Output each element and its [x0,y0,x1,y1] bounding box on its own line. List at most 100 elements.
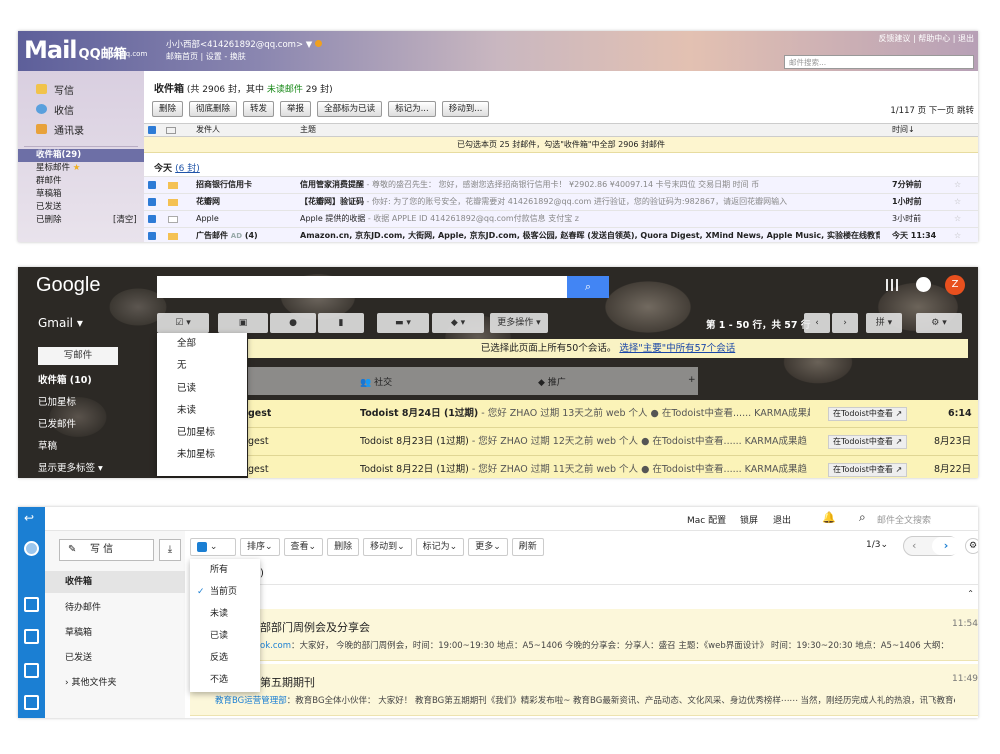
menu-item-invert[interactable]: 反选 [190,647,260,669]
todoist-chip[interactable]: 在Todoist中查看 ↗ [828,463,908,477]
row-checkbox[interactable] [148,181,156,189]
contacts-icon[interactable] [24,695,39,710]
refresh-button[interactable]: 刷新 [511,538,544,556]
delete-permanently-button[interactable]: 彻底删除 [189,101,238,117]
report-spam-button[interactable]: ● [270,313,316,333]
report-button[interactable]: 举报 [280,101,312,117]
folder-others[interactable]: › 其他文件夹 [45,672,185,694]
mark-all-read-button[interactable]: 全部标为已读 [317,101,383,117]
label-starred[interactable]: 已加星标 [38,394,103,416]
google-logo[interactable]: Google [36,274,101,297]
column-subject[interactable]: 主题 [300,124,316,136]
compose-link[interactable]: 写信 [18,79,144,99]
view-dropdown[interactable]: 查看⌄ [283,538,324,556]
labels-button[interactable]: ◆ ▾ [432,313,484,333]
prev-page-button[interactable]: ‹ [804,313,830,333]
avatar[interactable]: Z [945,275,965,295]
star-icon[interactable]: ☆ [954,194,961,210]
menu-item-unstarred[interactable]: 未加星标 [157,444,247,466]
table-row[interactable]: gest Todoist 8月23日 (1过期) - 您好 ZHAO 过期 12… [248,428,978,456]
page-selector[interactable]: 1/3⌄ [866,540,888,550]
table-row[interactable]: 招商银行信用卡 信用管家消费提醒 - 尊敬的盛召先生： 您好，感谢您选择招商银行… [144,176,978,193]
notifications-icon[interactable] [916,277,931,292]
today-count-link[interactable]: (6 封) [175,164,200,174]
folder-icon[interactable] [24,663,39,678]
menu-item-read[interactable]: 已读 [190,625,260,647]
compose-button[interactable]: 写邮件 [38,347,118,365]
logout-link[interactable]: 退出 [773,513,791,526]
receive-link[interactable]: 收信 [18,99,144,119]
input-tools-button[interactable]: 拼 ▾ [866,313,902,333]
table-row[interactable]: gest Todoist 8月22日 (1过期) - 您好 ZHAO 过期 11… [248,456,978,478]
user-account[interactable]: 小小西部<414261892@qq.com> ▼ [166,38,323,50]
folder-drafts[interactable]: 草稿箱 [45,622,185,644]
calendar-icon[interactable] [24,629,39,644]
folder-sent[interactable]: 已发送 [18,201,144,214]
folder-sent[interactable]: 已发送 [45,647,185,669]
back-icon[interactable]: ↩ [24,511,39,526]
todoist-chip[interactable]: 在Todoist中查看 ↗ [828,407,908,421]
next-page-button[interactable]: › [832,313,858,333]
menu-item-none[interactable]: 无 [157,355,247,377]
star-icon[interactable]: ☆ [954,177,961,193]
list-item[interactable]: 第五期期刊 教育BG运营管理部：教育BG全体小伙伴： 大家好！ 教育BG第五期期… [190,664,978,716]
menu-item-unread[interactable]: 未读 [157,400,247,422]
more-actions-button[interactable]: 更多操作 ▾ [490,313,548,333]
folder-group[interactable]: 群邮件 [18,175,144,188]
pager[interactable]: 1/117 页 下一页 跳转 [890,104,974,116]
sort-dropdown[interactable]: 排序⌄ [240,538,280,556]
label-sent[interactable]: 已发邮件 [38,416,103,438]
add-tab-icon[interactable]: + [688,375,696,385]
archive-button[interactable]: ▣ [218,313,268,333]
mac-config-link[interactable]: Mac 配置 [687,513,726,526]
settings-button[interactable]: ⚙ ▾ [916,313,962,333]
list-item[interactable]: 部部门周例会及分享会 ok.com：大家好， 今晚的部门周例会，时间：19:00… [190,609,978,661]
tab-promotions[interactable]: ◆ 推广 [538,375,566,388]
mark-as-dropdown[interactable]: 标记为⌄ [415,538,465,556]
todoist-chip[interactable]: 在Todoist中查看 ↗ [828,435,908,449]
forward-button[interactable]: 转发 [243,101,275,117]
mark-as-dropdown[interactable]: 标记为... [388,101,436,117]
select-all-checkbox[interactable] [148,126,156,134]
home-settings-links[interactable]: 邮箱首页 | 设置 - 换肤 [166,51,246,62]
menu-item-none[interactable]: 不选 [190,669,260,691]
select-dropdown[interactable]: ☑ ▾ [157,313,209,333]
lock-screen-link[interactable]: 锁屏 [740,513,758,526]
delete-button[interactable]: 删除 [327,538,360,556]
table-row[interactable]: gest Todoist 8月24日 (1过期) - 您好 ZHAO 过期 13… [248,400,978,428]
selection-notice[interactable]: 已勾选本页 25 封邮件，勾选"收件箱"中全部 2906 封邮件 [144,137,978,153]
star-icon[interactable]: ☆ [954,228,961,242]
move-to-dropdown[interactable]: 移动到... [441,101,490,117]
compose-button[interactable]: ✎ 写 信 [59,539,154,561]
delete-button[interactable]: 删除 [152,101,184,117]
folder-inbox[interactable]: 收件箱 [45,571,185,593]
apps-grid-icon[interactable] [886,279,898,291]
avatar[interactable] [24,541,39,556]
table-row[interactable]: 花瓣网 【花瓣网】验证码 - 你好: 为了您的账号安全，花瓣需要对 414261… [144,193,978,210]
row-checkbox[interactable] [148,215,156,223]
mail-icon[interactable] [24,597,39,612]
delete-button[interactable]: ▮ [318,313,364,333]
search-input[interactable] [157,276,568,298]
menu-item-starred[interactable]: 已加星标 [157,422,247,444]
row-checkbox[interactable] [148,198,156,206]
table-row[interactable]: Apple Apple 提供的收据 - 收据 APPLE ID 41426189… [144,210,978,227]
star-icon[interactable]: ☆ [954,211,961,227]
table-row[interactable]: 广告邮件 AD (4) Amazon.cn, 京东JD.com, 大街网, Ap… [144,227,978,242]
clear-trash-link[interactable]: [清空] [113,214,137,227]
menu-item-read[interactable]: 已读 [157,378,247,400]
label-inbox[interactable]: 收件箱 (10) [38,372,103,394]
column-sender[interactable]: 发件人 [196,124,220,136]
folder-todo[interactable]: 待办邮件 [45,597,185,619]
select-all-conversations-link[interactable]: 选择"主要"中所有57个会话 [619,343,735,354]
row-checkbox[interactable] [148,232,156,240]
menu-item-unread[interactable]: 未读 [190,603,260,625]
move-to-dropdown[interactable]: 移动到⌄ [363,538,412,556]
bell-icon[interactable]: 🔔 [822,511,836,524]
folder-starred[interactable]: 星标邮件 ★ [18,162,144,175]
search-button[interactable]: ⌕ [567,276,609,298]
chevron-left-icon[interactable]: ‹ [912,539,916,552]
chevron-right-icon[interactable]: › [932,537,960,555]
menu-item-all[interactable]: 所有 [190,559,260,581]
move-to-button[interactable]: ▬ ▾ [377,313,429,333]
